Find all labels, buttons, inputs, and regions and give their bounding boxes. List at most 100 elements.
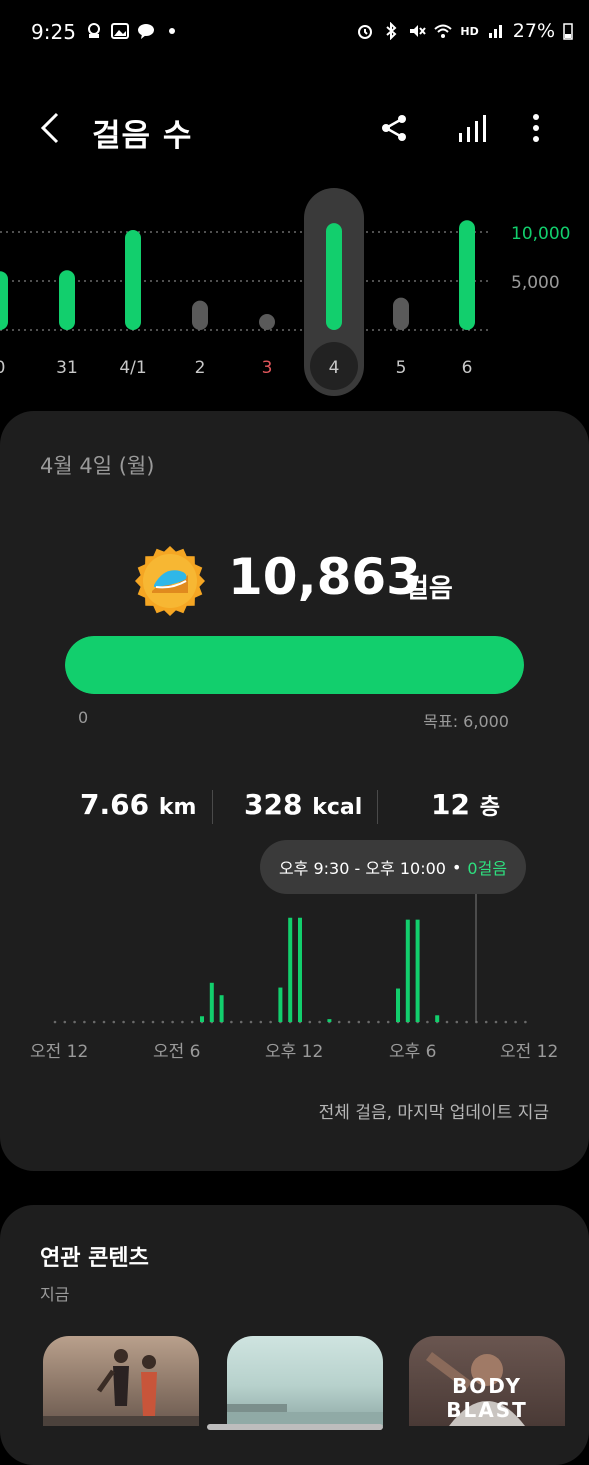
related-thumbnail-workout[interactable]: BODY BLAST (409, 1336, 565, 1426)
selected-date: 4월 4일 (월) (40, 454, 155, 478)
related-thumbnail-scenery[interactable] (227, 1336, 383, 1426)
back-button[interactable] (28, 106, 72, 150)
hourly-dot (83, 1020, 86, 1024)
hourly-dot (367, 1020, 370, 1024)
daily-day-label[interactable]: 5 (396, 358, 407, 378)
hourly-dot (524, 1020, 527, 1024)
page-title: 걸음 수 (92, 118, 193, 154)
hourly-bar[interactable] (298, 917, 302, 1022)
steps-count: 10,863 (228, 548, 421, 606)
daily-steps-svg: 10,000 5,000 0 31 4/1 2 3 4 5 6 (0, 188, 570, 396)
daily-day-label[interactable]: 6 (462, 358, 473, 378)
metric-divider (212, 790, 213, 824)
workout-thumbnail-title: BODY BLAST (446, 1374, 528, 1422)
daily-bar[interactable] (125, 230, 141, 330)
hourly-dot (455, 1020, 459, 1024)
hourly-dot (504, 1020, 508, 1024)
clock: 9:25 (31, 20, 76, 44)
daily-bar[interactable] (259, 314, 275, 330)
status-bar: 9:25 HD 27% (0, 0, 589, 66)
distance-metric: 7.66 km (80, 788, 196, 821)
chevron-left-icon (40, 112, 59, 144)
hourly-bar[interactable] (288, 917, 293, 1022)
daily-day-label[interactable]: 3 (262, 358, 273, 378)
distance-value: 7.66 (80, 788, 150, 821)
hourly-dot (337, 1020, 341, 1024)
hourly-dot (514, 1020, 517, 1024)
metric-divider (377, 790, 378, 824)
hourly-bar[interactable] (200, 1016, 204, 1022)
battery-icon (563, 23, 573, 40)
hd-voice-label: HD (460, 24, 479, 38)
hourly-dot (122, 1020, 125, 1024)
hourly-dot (269, 1020, 272, 1024)
notification-icon (88, 23, 100, 38)
daily-steps-chart[interactable]: 10,000 5,000 0 31 4/1 2 3 4 5 6 (0, 180, 589, 410)
hourly-dot (63, 1020, 67, 1024)
hourly-dot (249, 1020, 253, 1024)
share-button[interactable] (372, 106, 416, 150)
related-title: 연관 콘텐츠 (40, 1246, 149, 1271)
daily-bar[interactable] (393, 297, 409, 330)
hourly-bar[interactable] (219, 995, 224, 1022)
hourly-dot (161, 1020, 165, 1024)
trends-button[interactable] (449, 106, 493, 150)
daily-bar[interactable] (192, 300, 208, 330)
goal-achieved-badge-icon (135, 546, 205, 616)
hourly-bar[interactable] (278, 987, 283, 1022)
hourly-dot (151, 1020, 155, 1024)
hourly-dot (190, 1020, 194, 1024)
hourly-dot (386, 1020, 390, 1024)
tooltip-steps: 0걸음 (467, 859, 508, 878)
daily-bar[interactable] (459, 220, 475, 330)
hourly-bar[interactable] (209, 982, 214, 1022)
daily-day-label[interactable]: 31 (56, 358, 78, 378)
hourly-dot (141, 1020, 145, 1024)
floors-metric: 12 층 (431, 788, 500, 821)
hourly-dot (308, 1020, 312, 1024)
daily-bar[interactable] (59, 270, 75, 330)
hourly-dot (132, 1020, 135, 1024)
calories-value: 328 (244, 788, 303, 821)
mute-icon (410, 25, 427, 37)
daily-bar[interactable] (326, 223, 342, 330)
hourly-bar[interactable] (327, 1019, 332, 1022)
hourly-axis-label: 오전 12 (500, 1042, 559, 1062)
hourly-bar[interactable] (396, 988, 400, 1022)
hourly-dot (239, 1020, 243, 1024)
hourly-tooltip: 오후 9:30 - 오후 10:00 • 0걸음 (260, 840, 526, 894)
hourly-dot (73, 1020, 76, 1024)
gesture-nav-handle[interactable] (207, 1424, 383, 1430)
daily-ref-label: 10,000 (511, 224, 570, 244)
talk-icon (138, 24, 154, 39)
daily-day-label[interactable]: 0 (0, 358, 5, 378)
hourly-bar[interactable] (415, 919, 420, 1022)
daily-day-label[interactable]: 4 (329, 358, 340, 378)
hourly-dot (445, 1020, 449, 1024)
hourly-dot (171, 1020, 174, 1024)
runners-image (43, 1349, 199, 1426)
more-options-button[interactable] (514, 106, 558, 150)
daily-bar[interactable] (0, 271, 8, 330)
floors-value: 12 (431, 788, 470, 821)
related-subtitle: 지금 (40, 1285, 70, 1304)
daily-day-label[interactable]: 2 (195, 358, 206, 378)
battery-percent: 27% (512, 20, 555, 42)
share-icon (382, 115, 406, 141)
hourly-dot (494, 1020, 498, 1024)
hourly-axis-label: 오후 12 (265, 1042, 324, 1062)
update-note: 전체 걸음, 마지막 업데이트 지금 (318, 1103, 549, 1123)
hourly-bar[interactable] (405, 919, 410, 1022)
hourly-steps-chart[interactable] (0, 880, 589, 1030)
gallery-icon (111, 23, 129, 39)
hourly-dot (181, 1020, 184, 1024)
daily-ref-label: 5,000 (511, 273, 560, 293)
hourly-dot (318, 1020, 321, 1024)
calories-metric: 328 kcal (244, 788, 362, 821)
goal-progress-fill (65, 636, 524, 694)
hourly-bar[interactable] (435, 1015, 440, 1022)
calories-unit: kcal (312, 795, 363, 820)
goal-progress-bar (65, 636, 524, 694)
related-thumbnail-running[interactable] (43, 1336, 199, 1426)
daily-day-label[interactable]: 4/1 (119, 358, 146, 378)
